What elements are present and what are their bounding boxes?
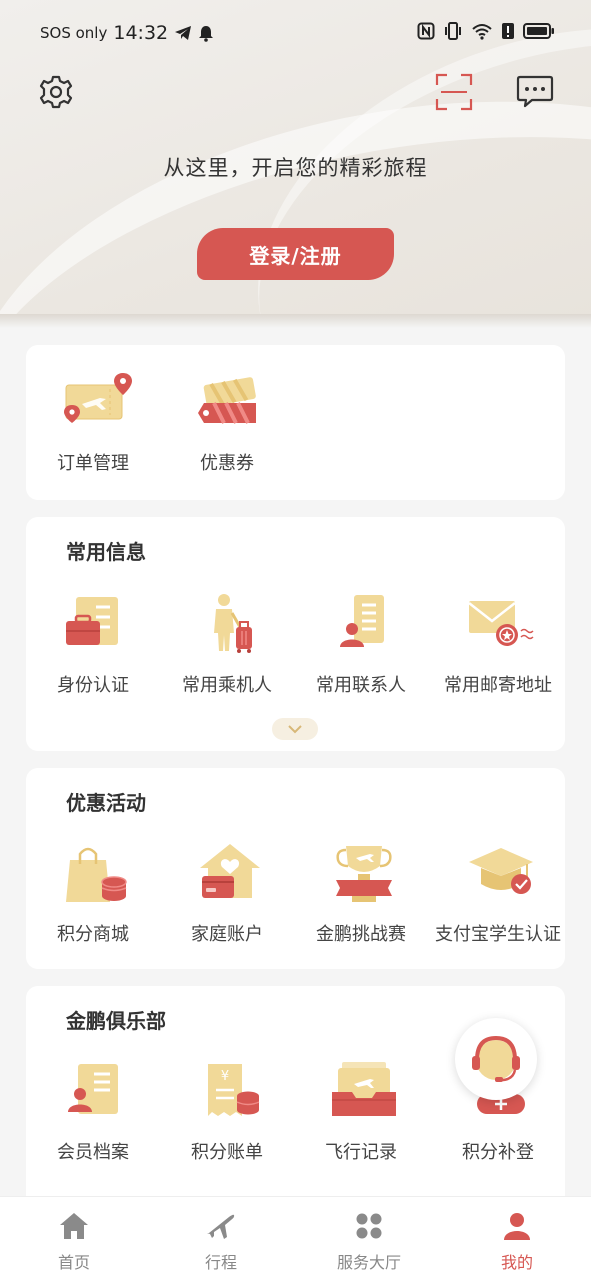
wifi-icon <box>472 24 492 40</box>
profile-icon <box>504 1213 530 1240</box>
family-account-entry[interactable]: 家庭账户 <box>160 842 294 946</box>
tab-label: 行程 <box>204 1253 237 1272</box>
settings-button[interactable] <box>38 74 74 110</box>
services-grid-icon <box>356 1213 382 1239</box>
section-title: 金鹏俱乐部 <box>66 1009 166 1033</box>
tab-label: 服务大厅 <box>336 1253 401 1272</box>
clock: 14:32 <box>113 22 169 44</box>
svg-text:¥: ¥ <box>221 1069 229 1084</box>
order-management-label: 订单管理 <box>57 453 129 474</box>
chat-bubble-icon <box>516 75 554 108</box>
points-bill-icon: ¥ <box>190 1060 264 1124</box>
order-management-entry[interactable]: 订单管理 <box>26 371 160 475</box>
points-mall-entry[interactable]: 积分商城 <box>26 842 160 946</box>
mailing-address-entry[interactable]: 常用邮寄地址 <box>428 593 568 697</box>
family-account-icon <box>190 842 264 906</box>
id-card-icon <box>56 593 130 657</box>
tab-trips[interactable]: 行程 <box>171 1211 271 1273</box>
coupon-entry[interactable]: 优惠券 <box>160 371 294 475</box>
alipay-student-entry[interactable]: 支付宝学生认证 <box>428 842 568 946</box>
customer-service-button[interactable] <box>455 1018 537 1100</box>
carrier-text: SOS only <box>40 24 108 42</box>
alipay-student-label: 支付宝学生认证 <box>435 924 561 945</box>
challenge-label: 金鹏挑战赛 <box>316 924 406 945</box>
welcome-slogan: 从这里，开启您的精彩旅程 <box>163 156 428 180</box>
coupon-label: 优惠券 <box>200 453 254 474</box>
points-mall-icon <box>56 842 130 906</box>
mailing-address-label: 常用邮寄地址 <box>444 675 552 696</box>
passenger-icon <box>190 593 264 657</box>
frequent-contacts-entry[interactable]: 常用联系人 <box>294 593 428 697</box>
home-icon <box>60 1213 88 1239</box>
order-ticket-icon <box>56 371 132 435</box>
plane-icon <box>207 1214 235 1239</box>
tab-mine[interactable]: 我的 <box>467 1211 567 1273</box>
tab-label: 我的 <box>500 1253 533 1272</box>
points-bill-label: 积分账单 <box>191 1142 263 1163</box>
login-register-button[interactable]: 登录/注册 <box>197 228 394 280</box>
challenge-trophy-icon <box>324 842 398 906</box>
status-bar: SOS only 14:32 <box>0 18 591 48</box>
alert-icon <box>502 23 514 39</box>
flight-record-entry[interactable]: 飞行记录 <box>294 1060 428 1164</box>
gear-icon <box>39 75 73 109</box>
expand-button[interactable] <box>272 718 318 740</box>
bottom-navigation: 首页 行程 服务大厅 我的 <box>0 1196 591 1280</box>
nfc-icon <box>417 22 435 40</box>
coupon-icon <box>190 371 264 435</box>
scan-button[interactable] <box>434 72 474 112</box>
points-mall-label: 积分商城 <box>57 924 129 945</box>
bell-icon <box>199 25 214 42</box>
family-account-label: 家庭账户 <box>191 924 263 945</box>
tab-label: 首页 <box>57 1253 90 1272</box>
member-profile-entry[interactable]: 会员档案 <box>26 1060 160 1164</box>
battery-icon <box>523 23 554 39</box>
headset-agent-icon <box>466 1029 526 1089</box>
points-bill-entry[interactable]: ¥ 积分账单 <box>160 1060 294 1164</box>
frequent-contacts-label: 常用联系人 <box>316 675 406 696</box>
id-verification-entry[interactable]: 身份认证 <box>26 593 160 697</box>
frequent-passengers-label: 常用乘机人 <box>182 675 272 696</box>
points-claim-label: 积分补登 <box>462 1142 534 1163</box>
quick-links-card: 订单管理 优惠券 <box>26 345 565 500</box>
telegram-icon <box>175 26 192 40</box>
id-verification-label: 身份认证 <box>57 675 129 696</box>
mail-address-icon <box>461 593 535 657</box>
scan-icon <box>435 73 473 111</box>
tab-services[interactable]: 服务大厅 <box>319 1211 419 1273</box>
tab-home[interactable]: 首页 <box>24 1211 124 1273</box>
member-profile-icon <box>56 1060 130 1124</box>
section-title: 优惠活动 <box>66 791 146 815</box>
contact-icon <box>324 593 398 657</box>
frequent-passengers-entry[interactable]: 常用乘机人 <box>160 593 294 697</box>
flight-record-label: 飞行记录 <box>325 1142 397 1163</box>
flight-record-icon <box>324 1060 398 1124</box>
common-info-card: 常用信息 身份认证 常用乘机人 常用联系人 常用邮寄地址 <box>26 517 565 751</box>
member-profile-label: 会员档案 <box>57 1142 129 1163</box>
messages-button[interactable] <box>514 72 556 112</box>
section-title: 常用信息 <box>66 540 146 564</box>
chevron-down-icon <box>288 725 302 734</box>
vibrate-icon <box>445 22 461 40</box>
student-cap-icon <box>461 842 535 906</box>
promotions-card: 优惠活动 积分商城 家庭账户 金鹏挑战赛 支付宝学生认证 <box>26 768 565 969</box>
challenge-entry[interactable]: 金鹏挑战赛 <box>294 842 428 946</box>
